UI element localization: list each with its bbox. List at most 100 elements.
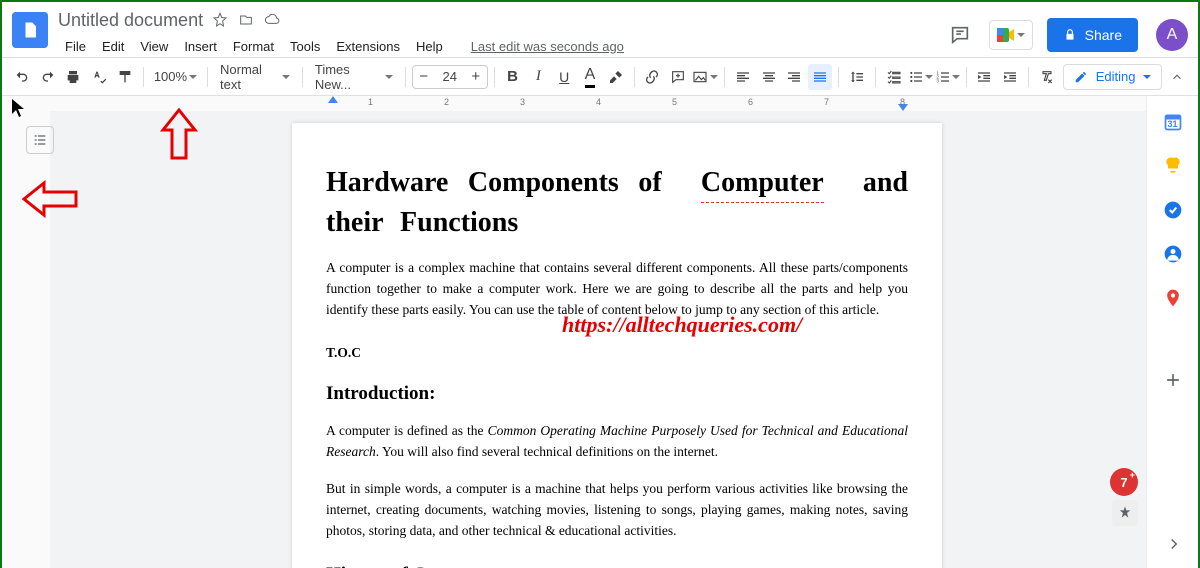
separator bbox=[724, 67, 725, 87]
text: A computer is defined as the bbox=[326, 423, 488, 438]
lock-icon bbox=[1063, 28, 1077, 42]
ruler-mark: 6 bbox=[748, 97, 753, 107]
underline-button[interactable]: U bbox=[552, 64, 576, 90]
paint-format-button[interactable] bbox=[113, 64, 137, 90]
document-page[interactable]: Hardware Components of Computer and thei… bbox=[292, 123, 942, 568]
show-side-panel-button[interactable] bbox=[1162, 532, 1186, 556]
redo-button[interactable] bbox=[36, 64, 60, 90]
pencil-icon bbox=[1074, 70, 1088, 84]
explore-button[interactable] bbox=[1112, 500, 1138, 526]
menu-edit[interactable]: Edit bbox=[95, 35, 131, 58]
checklist-button[interactable] bbox=[882, 64, 906, 90]
numbered-list-button[interactable]: 123 bbox=[935, 64, 960, 90]
meet-button[interactable] bbox=[989, 20, 1033, 50]
keep-addon-icon[interactable] bbox=[1161, 154, 1185, 178]
zoom-value: 100% bbox=[154, 69, 187, 84]
document-heading-2[interactable]: History of Computers: bbox=[326, 564, 908, 568]
add-comment-button[interactable] bbox=[666, 64, 690, 90]
zoom-dropdown[interactable]: 100% bbox=[150, 69, 201, 84]
menu-help[interactable]: Help bbox=[409, 35, 450, 58]
align-justify-button[interactable] bbox=[808, 64, 832, 90]
menu-insert[interactable]: Insert bbox=[177, 35, 224, 58]
insert-link-button[interactable] bbox=[641, 64, 665, 90]
line-spacing-button[interactable] bbox=[845, 64, 869, 90]
document-paragraph[interactable]: A computer is defined as the Common Oper… bbox=[326, 421, 908, 463]
cloud-status-icon[interactable] bbox=[263, 11, 281, 29]
font-value: Times New... bbox=[315, 62, 383, 92]
ruler-mark: 5 bbox=[672, 97, 677, 107]
document-paragraph[interactable]: A computer is a complex machine that con… bbox=[326, 258, 908, 321]
separator bbox=[966, 67, 967, 87]
notification-badge[interactable]: 7 bbox=[1110, 468, 1138, 496]
undo-button[interactable] bbox=[10, 64, 34, 90]
caret-icon bbox=[952, 75, 960, 79]
bold-button[interactable]: B bbox=[501, 64, 525, 90]
spellcheck-button[interactable] bbox=[87, 64, 111, 90]
highlight-button[interactable] bbox=[604, 64, 628, 90]
align-center-button[interactable] bbox=[757, 64, 781, 90]
bulleted-list-button[interactable] bbox=[908, 64, 933, 90]
font-size-stepper[interactable]: − 24 + bbox=[412, 65, 488, 89]
menu-extensions[interactable]: Extensions bbox=[329, 35, 407, 58]
separator bbox=[1028, 67, 1029, 87]
maps-addon-icon[interactable] bbox=[1161, 286, 1185, 310]
document-title[interactable]: Untitled document bbox=[58, 10, 203, 31]
editing-mode-dropdown[interactable]: Editing bbox=[1063, 64, 1163, 90]
decrease-indent-button[interactable] bbox=[972, 64, 996, 90]
separator bbox=[634, 67, 635, 87]
ruler-mark: 8 bbox=[900, 97, 905, 107]
account-avatar[interactable]: A bbox=[1156, 19, 1188, 51]
ruler-mark: 2 bbox=[444, 97, 449, 107]
styles-dropdown[interactable]: Normal text bbox=[214, 62, 296, 92]
menu-view[interactable]: View bbox=[133, 35, 175, 58]
hide-menus-button[interactable] bbox=[1164, 64, 1190, 90]
horizontal-ruler[interactable]: 1 2 3 4 5 6 7 8 bbox=[50, 96, 1146, 111]
heading-underlined-word: Computer bbox=[701, 163, 824, 203]
ruler-mark: 4 bbox=[596, 97, 601, 107]
text-color-button[interactable]: A bbox=[578, 64, 602, 90]
document-heading-2[interactable]: Introduction: bbox=[326, 383, 908, 405]
get-addons-button[interactable] bbox=[1161, 368, 1185, 392]
font-size-value[interactable]: 24 bbox=[435, 69, 465, 84]
menu-file[interactable]: File bbox=[58, 35, 93, 58]
ruler-mark: 7 bbox=[824, 97, 829, 107]
star-icon[interactable] bbox=[211, 11, 229, 29]
ruler-mark: 3 bbox=[520, 97, 525, 107]
clear-formatting-button[interactable] bbox=[1035, 64, 1059, 90]
document-heading-1[interactable]: Hardware Components of Computer and thei… bbox=[326, 163, 908, 242]
document-scroll-area[interactable]: 1 2 3 4 5 6 7 8 Hardware Components of C… bbox=[50, 96, 1146, 568]
separator bbox=[875, 67, 876, 87]
svg-text:3: 3 bbox=[936, 78, 939, 83]
menu-tools[interactable]: Tools bbox=[283, 35, 327, 58]
docs-logo[interactable] bbox=[12, 12, 48, 48]
last-edit-status[interactable]: Last edit was seconds ago bbox=[464, 35, 631, 58]
increase-indent-button[interactable] bbox=[998, 64, 1022, 90]
italic-button[interactable]: I bbox=[526, 64, 550, 90]
decrease-font-button[interactable]: − bbox=[413, 68, 435, 85]
comment-history-icon[interactable] bbox=[945, 20, 975, 50]
side-panel: 31 bbox=[1146, 96, 1198, 568]
separator bbox=[143, 67, 144, 87]
menu-format[interactable]: Format bbox=[226, 35, 281, 58]
calendar-addon-icon[interactable]: 31 bbox=[1161, 110, 1185, 134]
document-paragraph[interactable]: But in simple words, a computer is a mac… bbox=[326, 479, 908, 542]
document-toc-label[interactable]: T.O.C bbox=[326, 345, 908, 361]
tasks-addon-icon[interactable] bbox=[1161, 198, 1185, 222]
caret-icon bbox=[925, 75, 933, 79]
font-dropdown[interactable]: Times New... bbox=[309, 62, 399, 92]
style-value: Normal text bbox=[220, 62, 280, 92]
separator bbox=[494, 67, 495, 87]
show-outline-button[interactable] bbox=[26, 126, 54, 154]
text: . You will also find several technical d… bbox=[376, 444, 718, 459]
print-button[interactable] bbox=[62, 64, 86, 90]
move-to-drive-icon[interactable] bbox=[237, 11, 255, 29]
ruler-mark: 1 bbox=[368, 97, 373, 107]
calendar-date: 31 bbox=[1167, 119, 1177, 129]
annotation-arrow-icon bbox=[159, 108, 199, 162]
align-left-button[interactable] bbox=[731, 64, 755, 90]
increase-font-button[interactable]: + bbox=[465, 68, 487, 85]
align-right-button[interactable] bbox=[783, 64, 807, 90]
share-button[interactable]: Share bbox=[1047, 18, 1138, 52]
insert-image-button[interactable] bbox=[692, 64, 718, 90]
contacts-addon-icon[interactable] bbox=[1161, 242, 1185, 266]
